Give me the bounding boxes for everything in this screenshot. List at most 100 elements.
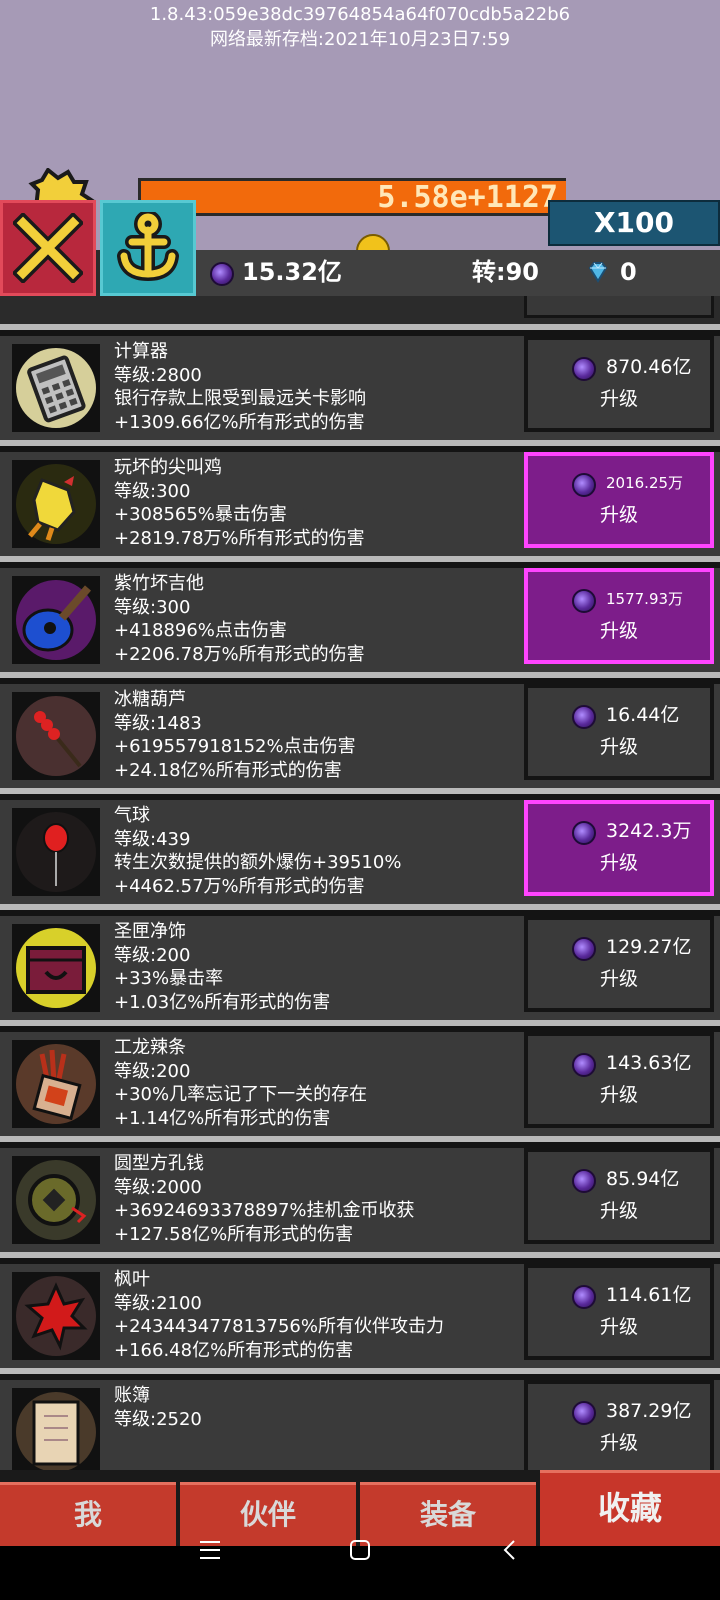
item-name: 紫竹坏吉他: [114, 573, 204, 594]
close-button[interactable]: [0, 200, 96, 296]
system-nav-buttons: [0, 1520, 720, 1600]
purple-gem-icon: [572, 1285, 596, 1309]
item-divider: [0, 324, 720, 336]
item-divider: [0, 1136, 720, 1148]
item-name: 圆型方孔钱: [114, 1153, 204, 1174]
list-item: 账簿 等级:2520 387.29亿 升级: [0, 1380, 720, 1470]
item-divider: [0, 556, 720, 568]
item-effect: +36924693378897%挂机金币收获: [114, 1200, 415, 1221]
rebirth-button[interactable]: [100, 200, 196, 296]
item-effect: +33%暴击率: [114, 968, 224, 989]
item-name: 圣匣净饰: [114, 921, 186, 942]
version-label: 1.8.43:059e38dc39764854a64f070cdb5a22b6: [149, 4, 571, 25]
list-item: 圣匣净饰 等级:200 +33%暴击率 +1.03亿%所有形式的伤害 129.2…: [0, 916, 720, 1020]
item-effect: +418896%点击伤害: [114, 620, 287, 641]
upgrade-label: 升级: [600, 388, 639, 410]
upgrade-label: 升级: [600, 1432, 639, 1454]
purple-gem-icon: [210, 262, 234, 286]
upgrade-button[interactable]: 129.27亿 升级: [524, 916, 714, 1012]
upgrade-cost: 129.27亿: [606, 936, 692, 958]
stats-bar: 15.32亿 转:90 0: [196, 250, 720, 296]
list-item: 计算器 等级:2800 银行存款上限受到最远关卡影响 +1309.66亿%所有形…: [0, 336, 720, 440]
purple-gem-icon: [572, 1401, 596, 1425]
rubber-chicken-icon: [12, 460, 100, 548]
purple-gem-icon: [572, 1053, 596, 1077]
item-effect: +243443477813756%所有伙伴攻击力: [114, 1316, 444, 1337]
item-name: 玩坏的尖叫鸡: [114, 457, 222, 478]
upgrade-button[interactable]: 16.44亿 升级: [524, 684, 714, 780]
item-divider: [0, 1368, 720, 1380]
item-divider: [0, 1252, 720, 1264]
upgrade-cost: 114.61亿: [606, 1284, 692, 1306]
upgrade-label: 升级: [600, 1200, 639, 1222]
ledger-icon: [12, 1388, 100, 1470]
upgrade-cost: 387.29亿: [606, 1400, 692, 1422]
rebirth-count: 转:90: [472, 258, 539, 286]
item-damage-bonus: +24.18亿%所有形式的伤害: [114, 760, 342, 781]
guitar-icon: [12, 576, 100, 664]
item-name: 工龙辣条: [114, 1037, 186, 1058]
damage-bar: 5.58e+1127: [138, 178, 566, 216]
home-icon: [350, 1540, 370, 1560]
item-level: 等级:2100: [114, 1293, 202, 1314]
anchor-icon: [117, 212, 179, 282]
item-damage-bonus: +166.48亿%所有形式的伤害: [114, 1340, 354, 1361]
item-damage-bonus: +1.14亿%所有形式的伤害: [114, 1108, 331, 1129]
upgrade-button[interactable]: 387.29亿 升级: [524, 1380, 714, 1470]
maple-leaf-icon: [12, 1272, 100, 1360]
balloon-icon: [12, 808, 100, 896]
purple-gem-icon: [572, 589, 596, 613]
upgrade-button[interactable]: 3242.3万 升级: [524, 800, 714, 896]
item-divider: [0, 1020, 720, 1032]
upgrade-label: 升级: [600, 1084, 639, 1106]
list-item: 气球 等级:439 转生次数提供的额外爆伤+39510% +4462.57万%所…: [0, 800, 720, 904]
item-name: 冰糖葫芦: [114, 689, 186, 710]
item-damage-bonus: +2819.78万%所有形式的伤害: [114, 528, 365, 549]
menu-nav-button[interactable]: [180, 1530, 240, 1570]
upgrade-label: 升级: [600, 504, 639, 526]
upgrade-button[interactable]: 85.94亿 升级: [524, 1148, 714, 1244]
menu-icon: [200, 1541, 220, 1559]
item-damage-bonus: +127.58亿%所有形式的伤害: [114, 1224, 354, 1245]
upgrade-button[interactable]: 1577.93万 升级: [524, 568, 714, 664]
upgrade-button[interactable]: 2016.25万 升级: [524, 452, 714, 548]
item-level: 等级:300: [114, 597, 191, 618]
back-nav-button[interactable]: [480, 1530, 540, 1570]
item-name: 账簿: [114, 1385, 150, 1406]
multiplier-button[interactable]: X100: [548, 200, 720, 246]
upgrade-button[interactable]: 114.61亿 升级: [524, 1264, 714, 1360]
item-effect: +308565%暴击伤害: [114, 504, 287, 525]
upgrade-label: 升级: [600, 968, 639, 990]
ancient-coin-icon: [12, 1156, 100, 1244]
spicy-strip-icon: [12, 1040, 100, 1128]
item-level: 等级:2000: [114, 1177, 202, 1198]
diamond-count: 0: [620, 258, 637, 286]
damage-value: 5.58e+1127: [377, 180, 558, 215]
home-nav-button[interactable]: [330, 1530, 390, 1570]
item-divider: [0, 440, 720, 452]
upgrade-cost: 2016.25万: [606, 474, 684, 492]
upgrade-cost: 85.94亿: [606, 1168, 680, 1190]
item-effect: 转生次数提供的额外爆伤+39510%: [114, 852, 402, 873]
list-item: 枫叶 等级:2100 +243443477813756%所有伙伴攻击力 +166…: [0, 1264, 720, 1368]
item-name: 计算器: [114, 341, 168, 362]
upgrade-button[interactable]: 870.46亿 升级: [524, 336, 714, 432]
candied-haws-icon: [12, 692, 100, 780]
upgrade-label: 升级: [600, 852, 639, 874]
item-level: 等级:200: [114, 945, 191, 966]
item-divider: [0, 672, 720, 684]
item-level: 等级:2800: [114, 365, 202, 386]
item-level: 等级:439: [114, 829, 191, 850]
item-divider: [0, 788, 720, 800]
upgrade-button-partial: [524, 296, 714, 318]
upgrade-label: 升级: [600, 736, 639, 758]
item-damage-bonus: +2206.78万%所有形式的伤害: [114, 644, 365, 665]
item-level: 等级:300: [114, 481, 191, 502]
list-item: 紫竹坏吉他 等级:300 +418896%点击伤害 +2206.78万%所有形式…: [0, 568, 720, 672]
calculator-icon: [12, 344, 100, 432]
upgrade-button[interactable]: 143.63亿 升级: [524, 1032, 714, 1128]
item-list[interactable]: 计算器 等级:2800 银行存款上限受到最远关卡影响 +1309.66亿%所有形…: [0, 296, 720, 1470]
item-level: 等级:1483: [114, 713, 202, 734]
upgrade-cost: 3242.3万: [606, 820, 692, 842]
upgrade-label: 升级: [600, 1316, 639, 1338]
